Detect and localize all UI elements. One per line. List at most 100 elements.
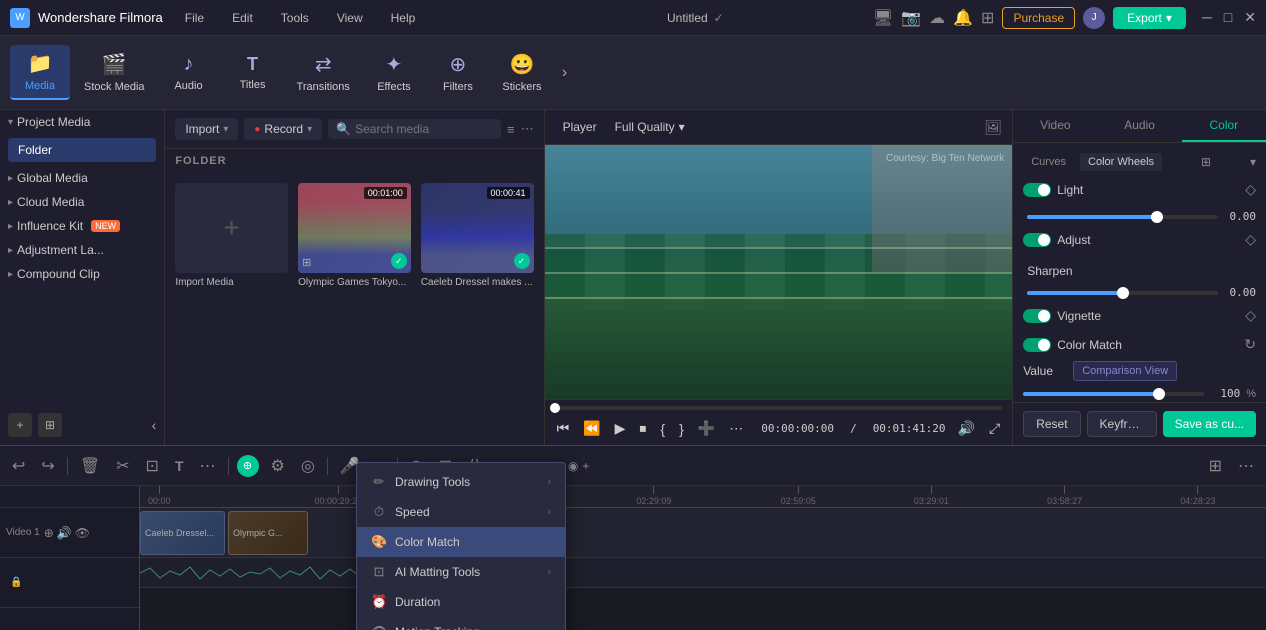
color-match-toggle[interactable]: Color Match — [1023, 338, 1122, 352]
light-slider[interactable] — [1027, 215, 1218, 219]
menu-tools[interactable]: Tools — [275, 7, 315, 29]
color-match-switch[interactable] — [1023, 338, 1051, 352]
toolbar-more-button[interactable]: › — [556, 60, 573, 86]
color-more-button[interactable]: ▾ — [1250, 155, 1256, 169]
ctx-speed[interactable]: ⏱ Speed › — [357, 497, 565, 527]
mark-in-button[interactable]: { — [658, 419, 667, 439]
import-media-thumb[interactable]: + — [175, 183, 288, 273]
tl-mode-button[interactable]: ⊕ — [237, 455, 259, 477]
table-row[interactable]: Olympic G... — [228, 511, 308, 555]
undo-button[interactable]: ↩ — [8, 454, 29, 478]
ctx-duration[interactable]: ⏰ Duration — [357, 587, 565, 617]
close-button[interactable]: ✕ — [1244, 9, 1256, 26]
tab-audio[interactable]: Audio — [1097, 110, 1181, 142]
sidebar-item-cloud-media[interactable]: ▸ Cloud Media — [0, 190, 164, 214]
list-item[interactable]: + Import Media — [175, 183, 288, 288]
reset-button[interactable]: Reset — [1023, 411, 1080, 437]
sidebar-item-global-media[interactable]: ▸ Global Media — [0, 166, 164, 190]
frame-back-button[interactable]: ⏪ — [581, 418, 602, 439]
filter-icon[interactable]: ≡ — [507, 121, 515, 137]
save-custom-button[interactable]: Save as cu... — [1163, 411, 1256, 437]
adjust-reset-button[interactable]: ◇ — [1245, 231, 1256, 248]
tool-audio[interactable]: ♪ Audio — [159, 47, 219, 98]
more-tl-button[interactable]: ⋯ — [196, 454, 220, 478]
tl-grid-btn[interactable]: ⊞ — [1205, 454, 1226, 478]
value-slider[interactable] — [1023, 392, 1204, 396]
maximize-button[interactable]: □ — [1224, 9, 1232, 26]
tab-color[interactable]: Color — [1182, 110, 1266, 142]
caeleb-video-thumb[interactable]: 00:00:41 ✓ — [421, 183, 534, 273]
vignette-reset-button[interactable]: ◇ — [1245, 307, 1256, 324]
adjust-switch[interactable] — [1023, 233, 1051, 247]
track-add-icon[interactable]: ⊕ — [44, 526, 54, 540]
color-match-refresh-button[interactable]: ↻ — [1244, 336, 1256, 353]
sidebar-item-adjustment-layer[interactable]: ▸ Adjustment La... — [0, 238, 164, 262]
search-input[interactable] — [355, 122, 493, 136]
tool-filters[interactable]: ⊕ Filters — [428, 46, 488, 99]
stop-button[interactable]: ⏹ — [637, 418, 648, 439]
light-toggle[interactable]: Light — [1023, 183, 1103, 197]
sidebar-item-compound-clip[interactable]: ▸ Compound Clip — [0, 262, 164, 286]
redo-button[interactable]: ↪ — [37, 454, 58, 478]
ctx-ai-matting[interactable]: ⊡ AI Matting Tools › — [357, 557, 565, 587]
progress-bar[interactable] — [555, 406, 1003, 410]
delete-button[interactable]: 🗑 — [76, 454, 104, 478]
snapshot-button[interactable]: 🖼 — [984, 119, 1002, 136]
quality-select[interactable]: Full Quality ▾ — [615, 120, 685, 134]
light-switch[interactable] — [1023, 183, 1051, 197]
vignette-toggle[interactable]: Vignette — [1023, 309, 1103, 323]
sidebar-item-project-media[interactable]: ▾ Project Media — [0, 110, 164, 134]
tool-titles[interactable]: T Titles — [223, 48, 283, 97]
crop-button[interactable]: ⊡ — [142, 454, 163, 478]
ctx-drawing-tools[interactable]: ✏ Drawing Tools › — [357, 467, 565, 497]
player-tab[interactable]: Player — [555, 116, 605, 138]
tab-video[interactable]: Video — [1013, 110, 1097, 142]
ctx-color-match[interactable]: 🎨 Color Match — [357, 527, 565, 557]
tool-effects[interactable]: ✦ Effects — [364, 46, 424, 99]
fullscreen-button[interactable]: ⤢ — [987, 418, 1002, 439]
list-item[interactable]: 00:01:00 ⊞ ✓ Olympic Games Tokyo... — [298, 183, 411, 288]
menu-view[interactable]: View — [331, 7, 369, 29]
light-reset-button[interactable]: ◇ — [1245, 181, 1256, 198]
menu-help[interactable]: Help — [385, 7, 422, 29]
import-button[interactable]: Import ▾ — [175, 118, 238, 140]
add-compound-clip-button[interactable]: ⊞ — [38, 413, 62, 437]
sharpen-slider[interactable] — [1027, 291, 1218, 295]
comparison-view-button[interactable]: Comparison View — [1073, 361, 1177, 381]
tl-settings-button[interactable]: ⚙ — [267, 454, 289, 478]
timeline-right[interactable]: 00:00 00:00:29:25 00:00:59:21 02:29 — [140, 486, 1266, 630]
tl-mark-button[interactable]: ◎ — [297, 454, 319, 478]
color-expand-button[interactable]: ⊞ — [1201, 155, 1211, 169]
purchase-button[interactable]: Purchase — [1002, 7, 1075, 29]
tool-transitions[interactable]: ⇄ Transitions — [287, 46, 360, 99]
track-eye-icon[interactable]: 👁 — [75, 526, 90, 540]
export-button[interactable]: Export ▾ — [1113, 7, 1186, 29]
menu-edit[interactable]: Edit — [226, 7, 259, 29]
tool-stickers[interactable]: 😀 Stickers — [492, 46, 552, 99]
add-folder-button[interactable]: + — [8, 413, 32, 437]
cut-button[interactable]: ✂ — [112, 454, 133, 478]
menu-file[interactable]: File — [179, 7, 210, 29]
table-row[interactable]: Caeleb Dressel... — [140, 511, 225, 555]
text-button[interactable]: T — [171, 456, 188, 476]
progress-thumb[interactable] — [550, 403, 560, 413]
volume-button[interactable]: 🔊 — [956, 418, 977, 439]
sidebar-item-influence-kit[interactable]: ▸ Influence Kit NEW — [0, 214, 164, 238]
track-mute-icon[interactable]: 🔊 — [57, 526, 72, 540]
olympic-video-thumb[interactable]: 00:01:00 ⊞ ✓ — [298, 183, 411, 273]
add-to-timeline-button[interactable]: ➕ — [696, 418, 717, 439]
collapse-panel-button[interactable]: ‹ — [152, 417, 157, 433]
skip-back-button[interactable]: ⏮ — [555, 418, 572, 439]
ripple-button[interactable]: ⋯ — [727, 418, 745, 439]
keyframe-button[interactable]: Keyframe P... — [1087, 411, 1157, 437]
minimize-button[interactable]: ─ — [1202, 9, 1212, 26]
color-wheels-button[interactable]: Color Wheels — [1080, 153, 1162, 171]
vignette-switch[interactable] — [1023, 309, 1051, 323]
more-options-icon[interactable]: ⋯ — [521, 121, 534, 137]
ctx-motion-tracking[interactable]: 👁 Motion Tracking — [357, 617, 565, 630]
play-button[interactable]: ▶ — [613, 418, 628, 439]
folder-item[interactable]: Folder — [8, 138, 156, 162]
tool-media[interactable]: 📁 Media — [10, 45, 70, 100]
record-button[interactable]: ● Record ▾ — [244, 118, 322, 140]
tool-stock-media[interactable]: 🎬 Stock Media — [74, 46, 155, 99]
